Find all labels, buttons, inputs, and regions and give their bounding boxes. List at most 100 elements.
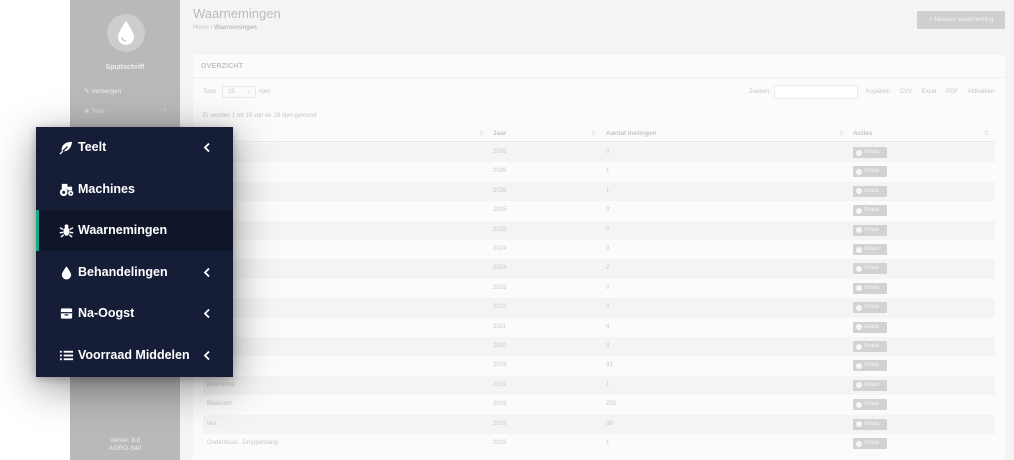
breadcrumb-home[interactable]: Home <box>193 25 209 31</box>
details-button[interactable]: Details <box>853 341 887 352</box>
details-button[interactable]: Details <box>853 185 887 197</box>
chevron-left-icon <box>203 309 210 319</box>
details-button[interactable]: Details <box>853 224 887 236</box>
csv-button[interactable]: CSV <box>900 89 912 95</box>
cell-count: 1 <box>606 381 610 388</box>
column-count[interactable]: Aantal metingen <box>606 130 657 137</box>
sidebar-item-machines[interactable]: Machines <box>36 169 233 210</box>
cell-name: Onderhoud - Druppelslang <box>207 440 278 446</box>
cell-count: 4 <box>606 323 610 330</box>
version-build: AGRO-340 <box>108 445 142 452</box>
cell-count: 0 <box>606 246 610 252</box>
active-indicator <box>36 210 39 252</box>
tractor-icon <box>59 183 74 196</box>
print-button[interactable]: Afdrukken <box>967 89 994 95</box>
cell-count: 0 <box>606 284 610 291</box>
table-info: Er worden 1 tot 19 van de 19 rijen getoo… <box>203 113 317 119</box>
sort-icon[interactable]: ⇅ <box>984 130 989 137</box>
cell-count: 1 <box>606 187 610 194</box>
sidebar-item-verbergen[interactable]: ✎ Verbergen <box>84 87 121 95</box>
details-button[interactable]: Details <box>853 244 887 255</box>
export-buttons: Kopiëren CSV Excel PDF Afdrukken <box>866 89 1000 95</box>
chevron-left-icon: ‹ <box>164 106 167 113</box>
cell-year: 2019 <box>493 440 507 446</box>
column-year[interactable]: Jaar <box>493 130 506 137</box>
bug-icon <box>59 224 74 238</box>
cell-count: 9 <box>606 207 610 214</box>
panel-title: OVERZICHT <box>201 63 244 70</box>
sidebar-item-waarnemingen[interactable]: Waarnemingen <box>36 210 233 252</box>
sidebar-item-behandelingen[interactable]: Behandelingen <box>36 252 233 293</box>
cell-year: 2026 <box>493 149 507 155</box>
cell-year: 2026 <box>493 187 507 194</box>
copy-button[interactable]: Kopiëren <box>866 89 890 95</box>
table-row: 202420242Details <box>203 259 995 279</box>
details-button[interactable]: Details <box>853 418 887 430</box>
sort-icon[interactable]: ⇅ <box>591 130 596 137</box>
table-row: ing stuk20259Details <box>203 201 995 220</box>
cell-count: 38 <box>606 420 613 427</box>
cell-count: 3 <box>606 343 610 349</box>
sidebar-item-teelt[interactable]: Teelt <box>36 127 233 168</box>
archive-icon <box>60 308 73 320</box>
sort-icon[interactable]: ⇅ <box>479 130 484 137</box>
sidebar-item-label: Voorraad Middelen <box>78 348 190 362</box>
details-button[interactable]: Details <box>853 147 887 158</box>
sidebar-item-label: Na-Oogst <box>78 306 135 321</box>
page-size-select[interactable]: 25 ⌄ <box>222 86 256 98</box>
breadcrumb-separator: / <box>210 25 213 31</box>
page-size-label: Toon <box>203 89 217 95</box>
sidebar-item-label: Behandelingen <box>78 264 168 279</box>
cell-count: 0 <box>606 149 610 155</box>
sidebar-item-label: Teelt <box>91 108 105 115</box>
table-row: 2022 0 Details <box>203 298 995 318</box>
sidebar-item-na-oogst[interactable]: Na-Oogst <box>36 293 233 334</box>
search-input[interactable] <box>774 85 858 99</box>
cell-year: 2022 <box>493 304 507 311</box>
table-row: test 2019 38 Details <box>203 414 995 434</box>
version-info: Versie: 8.8 AGRO-340 <box>70 437 180 453</box>
cell-year: 2019 <box>493 420 507 427</box>
details-button[interactable]: Details <box>853 205 887 217</box>
sidebar-menu-zoom: Teelt Machines Waarnemingen Behandelinge… <box>36 127 233 377</box>
cell-year: 2025 <box>493 226 507 233</box>
sidebar-item-teelt-bg[interactable]: ❀ Teelt <box>84 107 105 115</box>
breadcrumb: Home / Waarnemingen <box>193 25 257 31</box>
sidebar-item-label: Verbergen <box>91 88 122 95</box>
table-row: ing stuk20250Details <box>203 220 995 240</box>
sidebar-item-label: Waarnemingen <box>78 223 168 238</box>
sort-icon[interactable]: ⇅ <box>839 130 844 137</box>
details-button[interactable]: Details <box>853 379 887 391</box>
cell-count: 1 <box>606 440 610 446</box>
details-button[interactable]: Details <box>853 263 887 275</box>
details-button[interactable]: Details <box>853 360 887 372</box>
details-button[interactable]: Details <box>853 282 887 294</box>
search-label: Zoeken: <box>749 89 771 95</box>
sidebar-item-voorraad-middelen[interactable]: Voorraad Middelen <box>36 335 233 376</box>
cell-count: 0 <box>606 226 610 233</box>
table-row: Bloeisam 2019 253 Details <box>203 395 995 414</box>
table-row: 2026 0 Details <box>203 143 995 163</box>
cell-name: Bloeisam <box>207 401 232 408</box>
brand-name: Spuitschrift <box>105 64 145 71</box>
table-header: ⇅ Jaar ⇅ Aantal metingen ⇅ Acties ⇅ <box>203 124 995 142</box>
cell-year: 2019 <box>493 362 507 369</box>
details-button[interactable]: Details <box>853 321 887 333</box>
page-title: Waarnemingen <box>193 6 281 21</box>
pdf-button[interactable]: PDF <box>946 89 958 95</box>
details-button[interactable]: Details <box>853 166 887 178</box>
details-button[interactable]: Details <box>853 399 887 411</box>
details-button[interactable]: Details <box>853 438 887 449</box>
cell-count: 253 <box>606 401 617 408</box>
cell-year: 2024 <box>493 265 507 272</box>
details-button[interactable]: Details <box>853 302 887 314</box>
list-icon <box>59 350 74 361</box>
new-observation-button[interactable]: + Nieuwe waarneming <box>917 11 1005 29</box>
cell-name: test <box>207 420 217 427</box>
cell-name: pelenknop <box>207 381 235 388</box>
cell-count: 2 <box>606 265 610 272</box>
excel-button[interactable]: Excel <box>922 89 937 95</box>
chevron-down-icon: ⌄ <box>245 89 251 95</box>
table-row: 2019 33 Details <box>203 356 995 375</box>
table-row: pelenknop 2019 1 Details <box>203 375 995 396</box>
